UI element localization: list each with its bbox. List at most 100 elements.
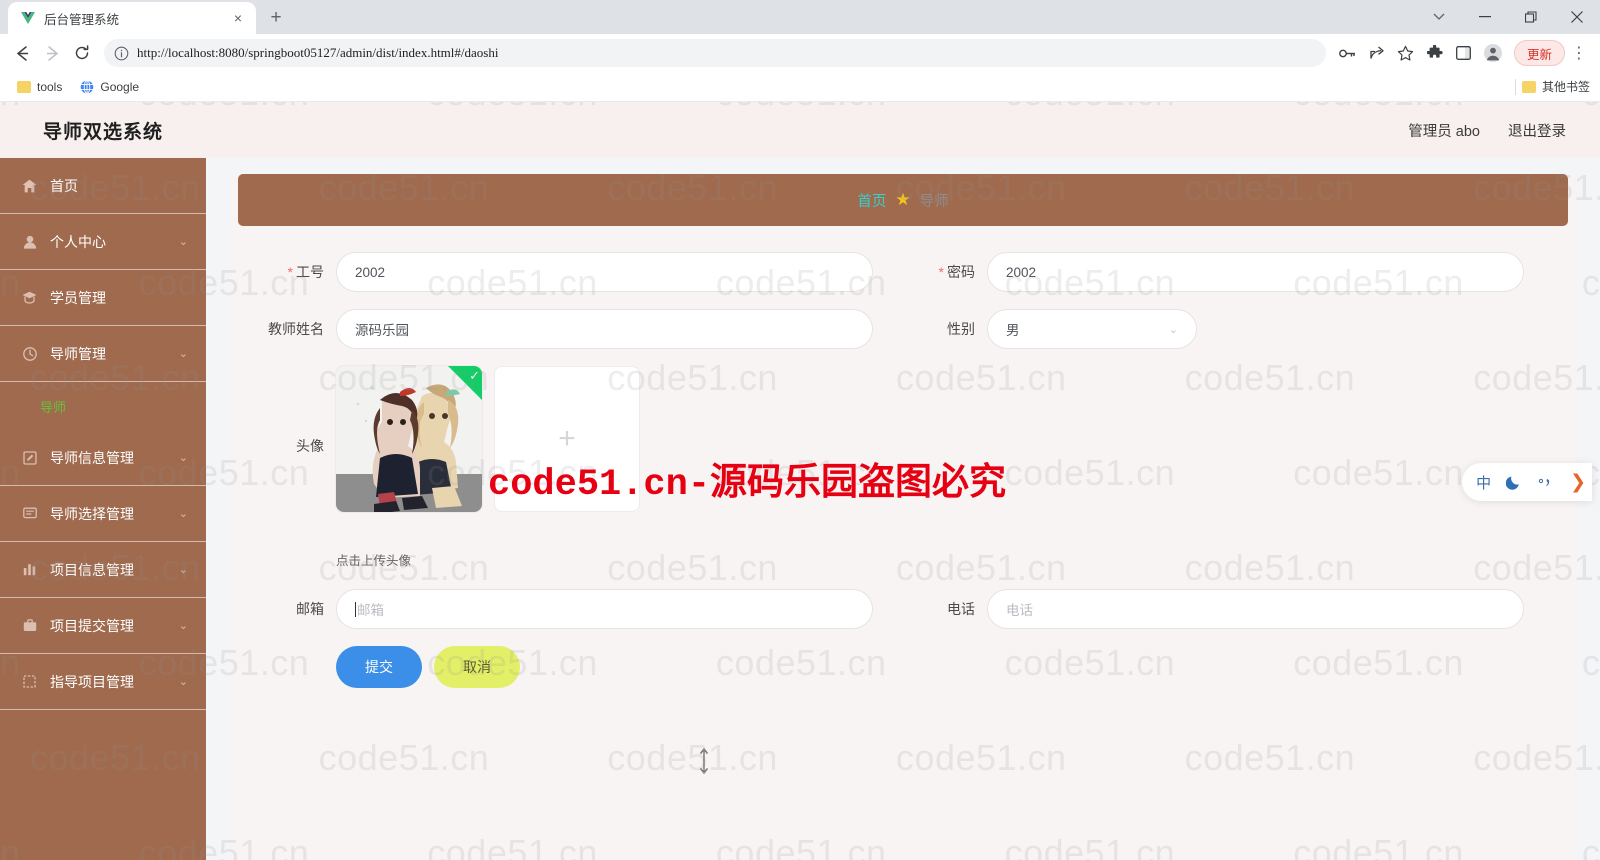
students-icon — [22, 290, 37, 305]
field-label: 头像 — [296, 438, 324, 454]
jiaoshixingming-input[interactable]: 源码乐园 — [336, 309, 873, 349]
sidebar-item-label: 导师管理 — [50, 345, 106, 362]
bookmark-google[interactable]: Google — [73, 77, 146, 97]
chevron-down-icon: ⌄ — [178, 564, 188, 576]
share-icon[interactable] — [1363, 39, 1391, 67]
browser-menu-icon[interactable]: ⋮ — [1566, 39, 1592, 67]
star-icon: ★ — [895, 190, 911, 209]
edit-doc-icon — [22, 450, 37, 465]
field-label: 电话 — [947, 601, 975, 617]
field-jiaoshixingming: 教师姓名 源码乐园 — [252, 309, 903, 349]
check-icon — [448, 366, 482, 400]
sidebar-item-label: 首页 — [50, 177, 78, 194]
reload-icon[interactable] — [68, 39, 96, 67]
language-cn-icon[interactable]: 中 — [1476, 472, 1491, 493]
sidebar-item-label: 指导项目管理 — [50, 673, 134, 690]
bookmarks-bar: tools Google 其他书签 — [0, 72, 1600, 102]
mima-input[interactable]: 2002 — [987, 252, 1524, 292]
close-window-icon[interactable] — [1554, 0, 1600, 34]
forward-icon[interactable] — [38, 39, 66, 67]
required-star-icon: * — [938, 264, 944, 280]
gonghao-input[interactable]: 2002 — [336, 252, 873, 292]
app-body: 首页 个人中心 ⌄ 学员管理 导师管理 ⌄ 导师 导师信息管理 ⌄ 导师选择管理… — [0, 158, 1600, 860]
tab-search-icon[interactable] — [1416, 0, 1462, 34]
avatar-upload-area: + 点击上传头像 — [336, 366, 1554, 569]
sidebar-item-guide-project-mgmt[interactable]: 指导项目管理 ⌄ — [0, 654, 206, 710]
chevron-down-icon: ⌄ — [1168, 323, 1178, 336]
minimize-icon[interactable] — [1462, 0, 1508, 34]
avatar-upload-hint: 点击上传头像 — [336, 554, 412, 568]
field-label: 教师姓名 — [268, 321, 324, 337]
password-key-icon[interactable] — [1334, 39, 1362, 67]
form-row: 教师姓名 源码乐园 性别 男 ⌄ — [252, 309, 1554, 349]
globe-icon — [80, 79, 94, 94]
submit-button[interactable]: 提交 — [336, 646, 422, 688]
dark-mode-moon-icon[interactable] — [1506, 474, 1522, 490]
sidebar-item-project-info-mgmt[interactable]: 项目信息管理 ⌄ — [0, 542, 206, 598]
sidebar-item-label: 项目信息管理 — [50, 561, 134, 578]
restore-icon[interactable] — [1508, 0, 1554, 34]
sidebar-item-mentor-mgmt[interactable]: 导师管理 ⌄ — [0, 326, 206, 382]
text-caret — [355, 601, 356, 617]
clock-icon — [22, 346, 37, 361]
profile-avatar-icon[interactable] — [1479, 39, 1507, 67]
xingbie-select[interactable]: 男 ⌄ — [987, 309, 1197, 349]
label-text: 工号 — [296, 264, 324, 280]
content-card: 首页 ★ 导师 * 工号 2002 * 密码 2002 教师姓名 源码乐园 性别… — [230, 174, 1576, 860]
avatar-thumbnails: + — [336, 366, 1554, 512]
breadcrumb-current: 导师 — [919, 193, 949, 210]
breadcrumb-home-link[interactable]: 首页 — [857, 190, 886, 211]
sidebar-item-label: 导师选择管理 — [50, 505, 134, 522]
main-content: 首页 ★ 导师 * 工号 2002 * 密码 2002 教师姓名 源码乐园 性别… — [206, 158, 1600, 860]
collapse-arrow-icon[interactable]: ❯ — [1570, 471, 1586, 494]
youxiang-input[interactable]: 邮箱 — [336, 589, 873, 629]
browser-window: 后台管理系统 × + http://localhost:8080/springb… — [0, 0, 1600, 860]
dianhua-input[interactable]: 电话 — [987, 589, 1524, 629]
address-bar[interactable]: http://localhost:8080/springboot05127/ad… — [104, 39, 1326, 67]
punctuation-icon[interactable] — [1537, 475, 1555, 489]
briefcase-icon — [22, 618, 37, 633]
bookmark-star-icon[interactable] — [1392, 39, 1420, 67]
tab-strip: 后台管理系统 × + — [0, 0, 1600, 34]
browser-toolbar: http://localhost:8080/springboot05127/ad… — [0, 34, 1600, 72]
tab-close-icon[interactable]: × — [228, 8, 248, 28]
chevron-down-icon: ⌄ — [178, 620, 188, 632]
sidebar-item-project-submit-mgmt[interactable]: 项目提交管理 ⌄ — [0, 598, 206, 654]
bookmark-tools[interactable]: tools — [10, 77, 69, 97]
browser-tab[interactable]: 后台管理系统 × — [8, 2, 256, 34]
other-bookmarks[interactable]: 其他书签 — [1514, 78, 1590, 95]
extensions-puzzle-icon[interactable] — [1421, 39, 1449, 67]
sidebar-item-mentor[interactable]: 导师 — [0, 382, 206, 430]
sidebar-item-mentor-info-mgmt[interactable]: 导师信息管理 ⌄ — [0, 430, 206, 486]
avatar-upload-placeholder[interactable]: + — [494, 366, 640, 512]
back-icon[interactable] — [8, 39, 36, 67]
sidebar-item-student-mgmt[interactable]: 学员管理 — [0, 270, 206, 326]
folder-icon — [17, 80, 31, 93]
form-row: * 工号 2002 * 密码 2002 — [252, 252, 1554, 292]
update-button[interactable]: 更新 — [1513, 40, 1565, 66]
sidebar-item-personal-center[interactable]: 个人中心 ⌄ — [0, 214, 206, 270]
field-xingbie: 性别 男 ⌄ — [903, 309, 1554, 349]
sidebar-item-home[interactable]: 首页 — [0, 158, 206, 214]
divider — [1514, 78, 1516, 95]
required-star-icon: * — [287, 264, 293, 280]
sidebar-item-mentor-select-mgmt[interactable]: 导师选择管理 ⌄ — [0, 486, 206, 542]
window-controls — [1416, 0, 1600, 34]
sidebar-item-label: 导师信息管理 — [50, 449, 134, 466]
logout-button[interactable]: 退出登录 — [1508, 120, 1566, 141]
chevron-down-icon: ⌄ — [178, 236, 188, 248]
sidebar-item-label: 学员管理 — [50, 289, 106, 306]
form-actions: 提交 取消 — [252, 646, 1554, 688]
cancel-button[interactable]: 取消 — [434, 646, 520, 688]
sidebar-item-label: 个人中心 — [50, 233, 106, 250]
list-icon — [22, 506, 37, 521]
home-icon — [22, 178, 37, 193]
field-label: * 密码 — [903, 262, 987, 282]
side-panel-icon[interactable] — [1450, 39, 1478, 67]
site-info-icon[interactable] — [114, 46, 129, 61]
field-gonghao: * 工号 2002 — [252, 252, 903, 292]
avatar-thumbnail[interactable] — [336, 366, 482, 512]
new-tab-button[interactable]: + — [262, 4, 290, 32]
app-header-actions: 管理员 abo 退出登录 — [1408, 120, 1600, 141]
app-logo: 导师双选系统 — [42, 121, 163, 143]
